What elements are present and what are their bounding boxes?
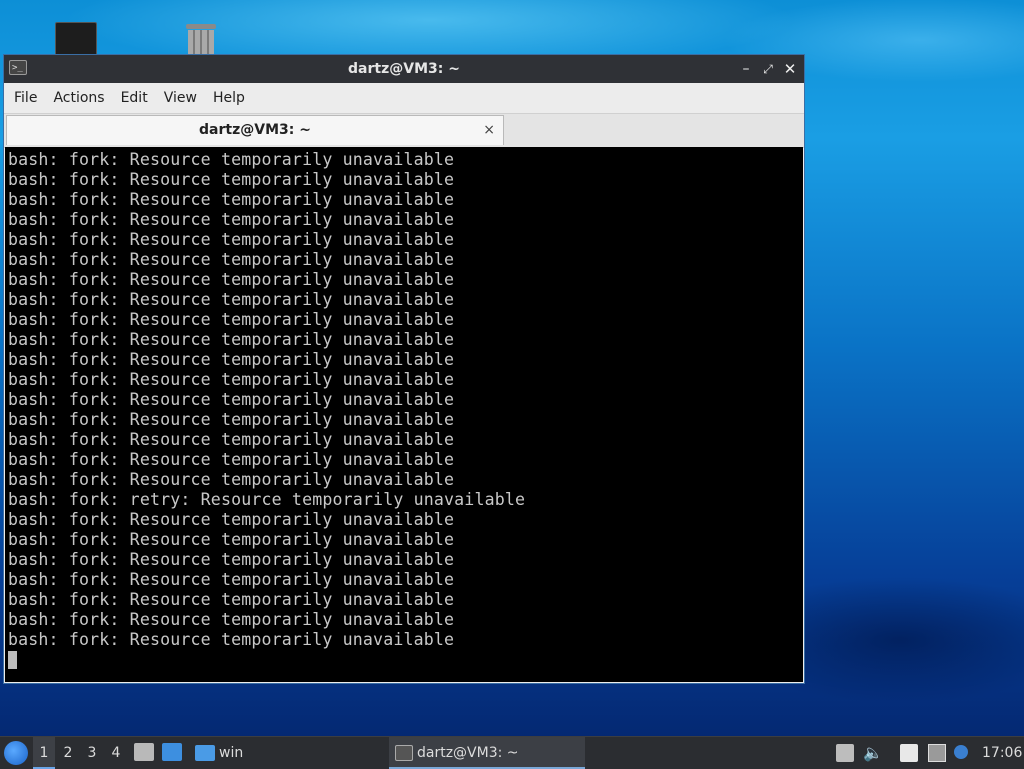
- workspace-1[interactable]: 1: [33, 737, 55, 769]
- terminal-line: bash: fork: Resource temporarily unavail…: [8, 350, 455, 369]
- tab-close-icon[interactable]: ×: [483, 122, 495, 138]
- terminal-line: bash: fork: Resource temporarily unavail…: [8, 170, 455, 189]
- taskbar-task-label: dartz@VM3: ~: [417, 745, 519, 761]
- menu-actions[interactable]: Actions: [45, 83, 112, 113]
- update-icon[interactable]: [836, 744, 854, 762]
- desktop-terminal-icon[interactable]: [55, 22, 97, 58]
- workspace-4[interactable]: 4: [105, 737, 127, 769]
- folder-icon[interactable]: [195, 745, 215, 761]
- terminal-task-icon: [395, 745, 413, 761]
- taskbar-terminal-item[interactable]: dartz@VM3: ~: [389, 737, 585, 769]
- terminal-line: bash: fork: retry: Resource temporarily …: [8, 490, 526, 509]
- clock[interactable]: 17:06: [982, 737, 1022, 769]
- terminal-line: bash: fork: Resource temporarily unavail…: [8, 370, 455, 389]
- terminal-line: bash: fork: Resource temporarily unavail…: [8, 150, 455, 169]
- folder-label[interactable]: win: [219, 737, 243, 769]
- menu-view[interactable]: View: [156, 83, 205, 113]
- terminal-output[interactable]: bash: fork: Resource temporarily unavail…: [5, 147, 803, 682]
- minimize-button[interactable]: –: [736, 59, 756, 79]
- terminal-line: bash: fork: Resource temporarily unavail…: [8, 290, 455, 309]
- terminal-line: bash: fork: Resource temporarily unavail…: [8, 230, 455, 249]
- notification-icon[interactable]: [954, 745, 968, 759]
- close-button[interactable]: ✕: [780, 59, 800, 79]
- menubar: File Actions Edit View Help: [4, 83, 804, 114]
- maximize-button[interactable]: ⤢: [758, 59, 778, 79]
- terminal-line: bash: fork: Resource temporarily unavail…: [8, 550, 455, 569]
- clipboard-icon[interactable]: [900, 744, 918, 762]
- window-title: dartz@VM3: ~: [348, 61, 460, 77]
- show-desktop-icon[interactable]: [134, 743, 154, 761]
- file-manager-icon[interactable]: [162, 743, 182, 761]
- taskbar: 1 2 3 4 win dartz@VM3: ~ 🔈 17:06: [0, 736, 1024, 769]
- terminal-line: bash: fork: Resource temporarily unavail…: [8, 470, 455, 489]
- terminal-line: bash: fork: Resource temporarily unavail…: [8, 430, 455, 449]
- terminal-line: bash: fork: Resource temporarily unavail…: [8, 190, 455, 209]
- terminal-line: bash: fork: Resource temporarily unavail…: [8, 310, 455, 329]
- menu-edit[interactable]: Edit: [113, 83, 156, 113]
- terminal-cursor: [8, 651, 17, 669]
- volume-icon[interactable]: 🔈: [863, 744, 883, 762]
- workspace-3[interactable]: 3: [81, 737, 103, 769]
- terminal-line: bash: fork: Resource temporarily unavail…: [8, 630, 455, 649]
- terminal-line: bash: fork: Resource temporarily unavail…: [8, 570, 455, 589]
- tab-strip: dartz@VM3: ~ ×: [4, 114, 804, 148]
- terminal-line: bash: fork: Resource temporarily unavail…: [8, 210, 455, 229]
- terminal-line: bash: fork: Resource temporarily unavail…: [8, 250, 455, 269]
- tab-label: dartz@VM3: ~: [199, 122, 311, 138]
- window-titlebar[interactable]: >_ dartz@VM3: ~ – ⤢ ✕: [4, 55, 804, 83]
- terminal-line: bash: fork: Resource temporarily unavail…: [8, 590, 455, 609]
- workspace-2[interactable]: 2: [57, 737, 79, 769]
- menu-help[interactable]: Help: [205, 83, 253, 113]
- terminal-line: bash: fork: Resource temporarily unavail…: [8, 610, 455, 629]
- terminal-line: bash: fork: Resource temporarily unavail…: [8, 330, 455, 349]
- terminal-window: >_ dartz@VM3: ~ – ⤢ ✕ File Actions Edit …: [3, 54, 805, 684]
- network-icon[interactable]: [928, 744, 946, 762]
- terminal-line: bash: fork: Resource temporarily unavail…: [8, 390, 455, 409]
- terminal-line: bash: fork: Resource temporarily unavail…: [8, 450, 455, 469]
- desktop-trash-icon[interactable]: [183, 22, 219, 58]
- tab-terminal[interactable]: dartz@VM3: ~ ×: [6, 115, 504, 145]
- start-menu-icon[interactable]: [4, 741, 28, 765]
- terminal-line: bash: fork: Resource temporarily unavail…: [8, 530, 455, 549]
- menu-file[interactable]: File: [6, 83, 45, 113]
- terminal-line: bash: fork: Resource temporarily unavail…: [8, 410, 455, 429]
- terminal-line: bash: fork: Resource temporarily unavail…: [8, 510, 455, 529]
- terminal-line: bash: fork: Resource temporarily unavail…: [8, 270, 455, 289]
